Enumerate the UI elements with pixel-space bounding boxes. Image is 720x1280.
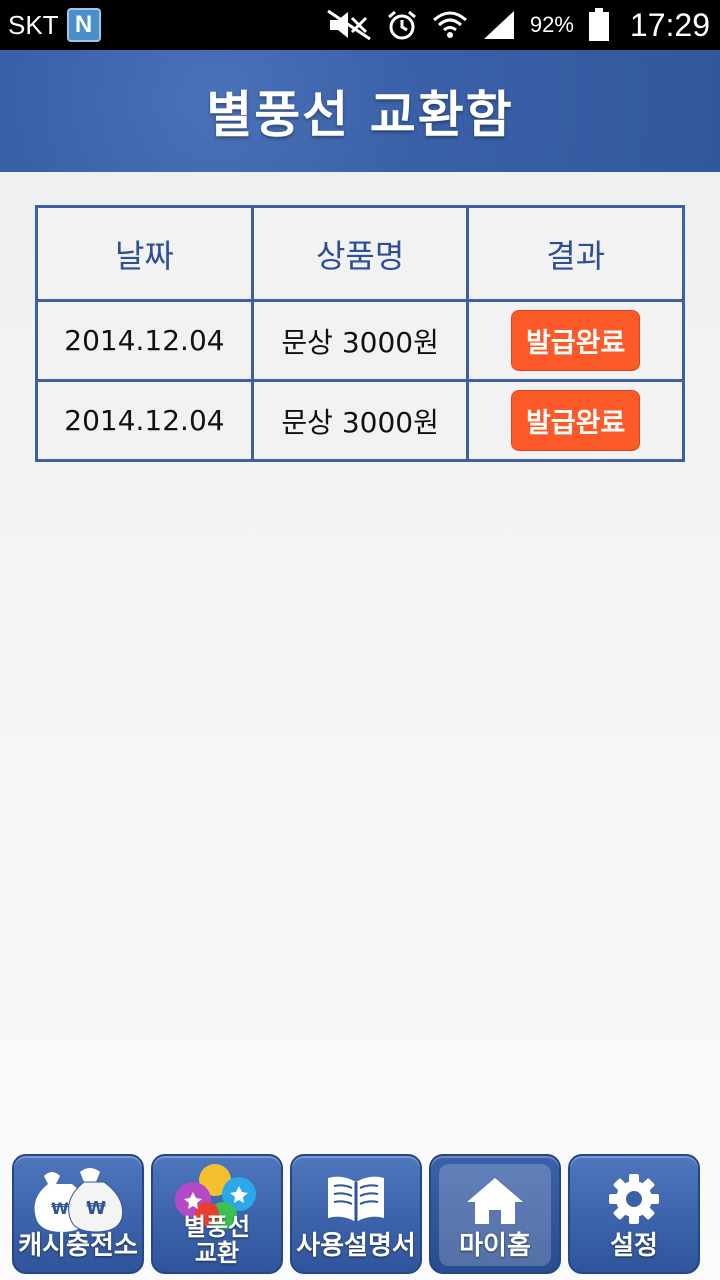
svg-text:₩: ₩ xyxy=(51,1199,69,1218)
nav-settings-button[interactable]: 설정 xyxy=(568,1154,700,1274)
row-product: 문상 3000원 xyxy=(250,299,470,382)
table-row: 2014.12.04 문상 3000원 발급완료 xyxy=(35,299,685,382)
battery-percent: 92% xyxy=(529,12,574,37)
table-row: 2014.12.04 문상 3000원 발급완료 xyxy=(35,379,685,462)
nav-label: 설정 xyxy=(610,1231,658,1261)
column-header-product: 상품명 xyxy=(250,205,470,302)
status-badge[interactable]: 발급완료 xyxy=(511,310,641,371)
nav-label: 캐시충전소 xyxy=(18,1231,138,1261)
gear-icon xyxy=(609,1174,659,1224)
bottom-nav: ₩ ₩ 캐시충전소 별풍선 교환 사용설명서 마이홈 설정 xyxy=(0,1150,720,1280)
alarm-icon xyxy=(387,10,416,40)
home-icon xyxy=(467,1178,523,1224)
nav-myhome-button[interactable]: 마이홈 xyxy=(429,1154,561,1274)
carrier-label: SKT xyxy=(8,9,59,40)
row-product: 문상 3000원 xyxy=(250,379,470,462)
nav-label: 사용설명서 xyxy=(296,1231,416,1261)
exchange-history-table: 날짜 상품명 결과 2014.12.04 문상 3000원 발급완료 2014.… xyxy=(35,205,685,462)
row-date: 2014.12.04 xyxy=(35,379,254,462)
mute-icon xyxy=(327,9,371,41)
header-bar: 별풍선 교환함 xyxy=(0,50,720,172)
nav-label: 마이홈 xyxy=(459,1231,531,1261)
nav-manual-button[interactable]: 사용설명서 xyxy=(290,1154,422,1274)
status-bar: SKT N 92% 17:29 xyxy=(0,0,720,50)
nav-balloon-exchange-button[interactable]: 별풍선 교환 xyxy=(151,1154,283,1274)
nav-label: 별풍선 교환 xyxy=(183,1213,251,1267)
column-header-date: 날짜 xyxy=(35,205,254,302)
row-result-cell: 발급완료 xyxy=(466,379,685,462)
wifi-icon xyxy=(432,11,467,38)
status-badge[interactable]: 발급완료 xyxy=(511,390,641,451)
column-header-result: 결과 xyxy=(466,205,685,302)
table-header-row: 날짜 상품명 결과 xyxy=(35,205,685,302)
battery-icon xyxy=(588,8,609,41)
svg-text:₩: ₩ xyxy=(86,1198,106,1219)
page-title: 별풍선 교환함 xyxy=(206,86,514,144)
app-notification-icon: N xyxy=(66,8,101,42)
row-date: 2014.12.04 xyxy=(35,299,254,382)
row-result-cell: 발급완료 xyxy=(466,299,685,382)
status-icons: 92% 17:29 xyxy=(326,0,710,50)
clock: 17:29 xyxy=(629,6,710,43)
nav-cash-charge-button[interactable]: ₩ ₩ 캐시충전소 xyxy=(12,1154,144,1274)
signal-icon xyxy=(483,11,514,39)
book-icon xyxy=(328,1176,384,1222)
